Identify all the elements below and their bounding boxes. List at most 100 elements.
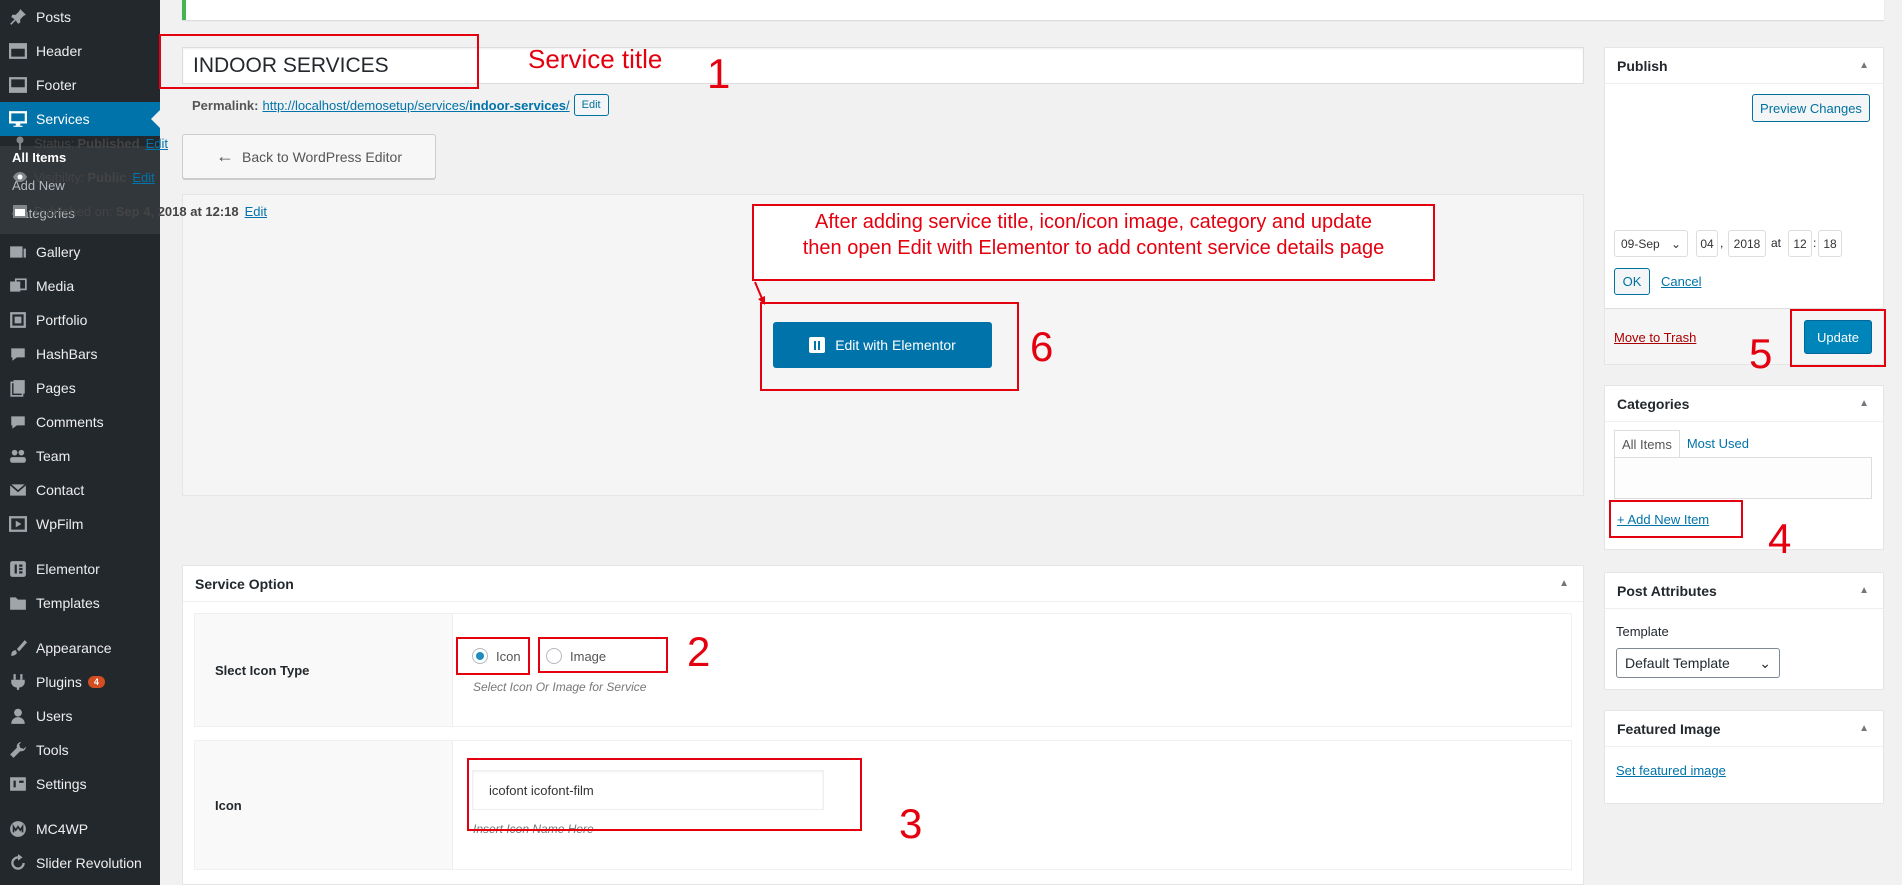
- annotation-number-6: 6: [1030, 323, 1054, 370]
- tab-most-used[interactable]: Most Used: [1680, 430, 1756, 459]
- template-select[interactable]: Default Template ⌄: [1616, 648, 1780, 678]
- edit-visibility-link[interactable]: Edit: [132, 170, 154, 185]
- post-attributes-header[interactable]: Post Attributes ▲: [1605, 573, 1883, 609]
- sidebar-item-comments[interactable]: Comments: [0, 405, 160, 439]
- services-submenu: All Items Add New Categories: [0, 146, 160, 234]
- wrench-icon: [0, 741, 36, 759]
- category-tabs: All Items Most Used: [1614, 430, 1756, 459]
- published-value: Sep 4, 2018 at 12:18: [115, 203, 239, 219]
- published-on-row: Published on: Sep 4, 2018 at 12:18 Edit: [12, 203, 267, 219]
- hour-input[interactable]: 12: [1788, 230, 1812, 257]
- annotation-service-title: Service title: [528, 44, 663, 74]
- sidebar-item-label: Pages: [36, 380, 76, 396]
- sidebar-item-label: Elementor: [36, 561, 100, 577]
- ok-button[interactable]: OK: [1614, 268, 1650, 295]
- mc4wp-icon: [0, 820, 36, 838]
- desktop-icon: [0, 110, 36, 128]
- move-to-trash-link[interactable]: Move to Trash: [1614, 330, 1696, 345]
- published-label: Published on:: [34, 203, 113, 219]
- sidebar-item-team[interactable]: Team: [0, 439, 160, 473]
- layout-icon: [0, 76, 36, 94]
- annotation-box-icon-input: [467, 758, 862, 831]
- sidebar-item-plugins[interactable]: Plugins 4: [0, 665, 160, 699]
- sidebar-item-elementor[interactable]: Elementor: [0, 552, 160, 586]
- permalink-base: http://localhost/demosetup/services/: [262, 97, 470, 113]
- sidebar-item-services[interactable]: Services: [0, 102, 160, 136]
- icon-type-label: Slect Icon Type: [195, 614, 453, 726]
- sidebar-item-tools[interactable]: Tools: [0, 733, 160, 767]
- sidebar-item-wpfilm[interactable]: WpFilm: [0, 507, 160, 541]
- categories-header[interactable]: Categories ▲: [1605, 386, 1883, 422]
- service-option-title: Service Option: [195, 575, 294, 592]
- featured-image-header[interactable]: Featured Image ▲: [1605, 711, 1883, 747]
- annotation-note-line2: then open Edit with Elementor to add con…: [802, 237, 1385, 259]
- featured-image-title: Featured Image: [1617, 720, 1721, 737]
- annotation-note: After adding service title, icon/icon im…: [752, 204, 1435, 281]
- collapse-arrow-icon[interactable]: ▲: [1859, 60, 1869, 71]
- minute-input[interactable]: 18: [1818, 230, 1842, 257]
- visibility-row: Visibility: Public Edit: [12, 169, 155, 185]
- month-value: 09-Sep: [1621, 236, 1660, 251]
- collapse-arrow-icon[interactable]: ▲: [1859, 723, 1869, 734]
- set-featured-image-link[interactable]: Set featured image: [1616, 763, 1726, 778]
- post-attributes-title: Post Attributes: [1617, 582, 1717, 599]
- sidebar-item-templates[interactable]: Templates: [0, 586, 160, 620]
- calendar-icon: [13, 205, 27, 218]
- annotation-box-radio-image: [538, 637, 668, 673]
- sidebar-item-label: HashBars: [36, 346, 98, 362]
- day-input[interactable]: 04: [1696, 230, 1718, 257]
- sidebar-item-portfolio[interactable]: Portfolio: [0, 303, 160, 337]
- sidebar-item-label: Portfolio: [36, 312, 88, 328]
- at-label: at: [1771, 236, 1782, 250]
- edit-date-link[interactable]: Edit: [245, 204, 267, 219]
- sidebar-item-settings[interactable]: Settings: [0, 767, 160, 801]
- cancel-link[interactable]: Cancel: [1661, 274, 1701, 289]
- sidebar-item-gallery[interactable]: Gallery: [0, 235, 160, 269]
- time-colon: :: [1813, 236, 1817, 250]
- permalink-end: /: [565, 97, 570, 113]
- sidebar-item-label: Media: [36, 278, 75, 294]
- status-label: Status:: [34, 135, 75, 151]
- annotation-box-title: [159, 34, 479, 89]
- edit-status-link[interactable]: Edit: [146, 136, 168, 151]
- icon-type-row: Slect Icon Type: [195, 614, 1571, 726]
- elementor-icon: [0, 560, 36, 578]
- service-option-metabox: Service Option ▲ Slect Icon Type Icon: [182, 565, 1584, 885]
- publish-header[interactable]: Publish ▲: [1605, 48, 1883, 84]
- permalink-link[interactable]: http://localhost/demosetup/services/indo…: [262, 98, 569, 113]
- submenu-all-items[interactable]: All Items: [12, 150, 66, 165]
- sidebar-item-slider-revolution[interactable]: Slider Revolution: [0, 846, 160, 880]
- collapse-arrow-icon[interactable]: ▲: [1859, 585, 1869, 596]
- sidebar-item-label: Gallery: [36, 244, 81, 260]
- edit-slug-button[interactable]: Edit: [573, 94, 609, 116]
- collapse-arrow-icon[interactable]: ▲: [1859, 398, 1869, 409]
- sidebar-item-appearance[interactable]: Appearance: [0, 631, 160, 665]
- sidebar-item-posts[interactable]: Posts: [0, 0, 160, 34]
- service-option-header[interactable]: Service Option ▲: [183, 566, 1583, 602]
- tab-all-items[interactable]: All Items: [1614, 430, 1680, 459]
- team-icon: [0, 447, 36, 465]
- sidebar-item-hashbars[interactable]: HashBars: [0, 337, 160, 371]
- sidebar-item-footer[interactable]: Footer: [0, 68, 160, 102]
- sidebar-item-label: WpFilm: [36, 516, 84, 532]
- back-to-wordpress-editor-button[interactable]: ← Back to WordPress Editor: [182, 134, 436, 179]
- sidebar-item-users[interactable]: Users: [0, 699, 160, 733]
- preview-changes-button[interactable]: Preview Changes: [1752, 94, 1870, 122]
- pages-icon: [0, 379, 36, 397]
- sidebar-item-media[interactable]: Media: [0, 269, 160, 303]
- year-input[interactable]: 2018: [1728, 230, 1766, 257]
- plug-icon: [0, 673, 36, 691]
- month-select[interactable]: 09-Sep ⌄: [1614, 230, 1688, 257]
- sidebar-item-contact[interactable]: Contact: [0, 473, 160, 507]
- video-icon: [0, 515, 36, 533]
- collapse-arrow-icon[interactable]: ▲: [1559, 578, 1569, 589]
- sidebar-item-header[interactable]: Header: [0, 34, 160, 68]
- sidebar-item-mc4wp[interactable]: MC4WP: [0, 812, 160, 846]
- pin-icon: [0, 8, 36, 26]
- status-value: Published: [77, 135, 140, 151]
- category-checklist: [1614, 457, 1872, 499]
- sidebar-item-pages[interactable]: Pages: [0, 371, 160, 405]
- icon-type-description: Select Icon Or Image for Service: [473, 680, 647, 694]
- annotation-number-5: 5: [1749, 330, 1773, 377]
- annotation-number-2: 2: [687, 628, 711, 675]
